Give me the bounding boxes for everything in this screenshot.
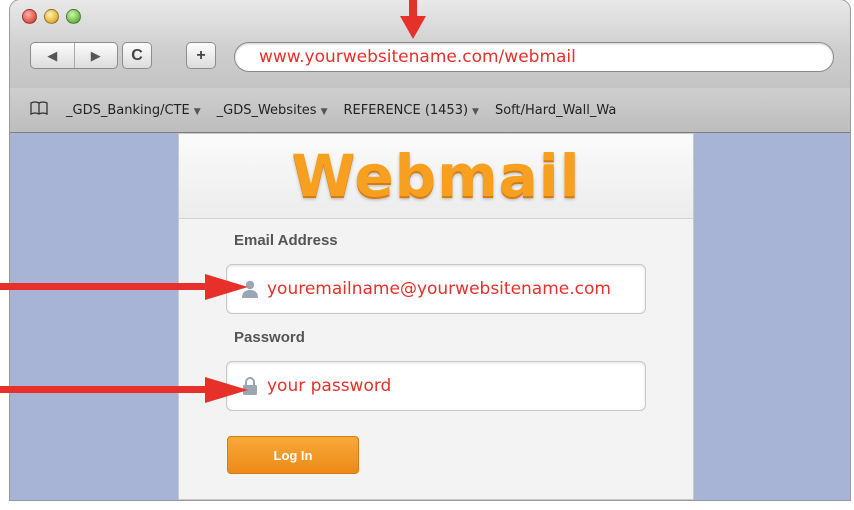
address-bar[interactable]: www.yourwebsitename.com/webmail [234, 42, 834, 72]
password-label: Password [234, 329, 305, 346]
bookmark-label: Soft/Hard_Wall_Wa [494, 102, 617, 118]
email-value: youremailname@yourwebsitename.com [267, 279, 611, 299]
bookmark-gds-websites[interactable]: _GDS_Websites ▼ [217, 103, 328, 118]
reload-button[interactable]: C [122, 42, 152, 69]
browser-window: ◀ ▶ C + www.yourwebsitename.com/webmail … [10, 0, 850, 500]
browser-toolbar: ◀ ▶ C + www.yourwebsitename.com/webmail [10, 0, 850, 89]
password-field[interactable]: your password [226, 361, 646, 411]
bookmark-label: _GDS_Websites [216, 102, 317, 118]
bookmark-label: _GDS_Banking/CTE [66, 102, 190, 118]
annotation-arrow-down-icon [400, 0, 426, 39]
annotation-arrow-right-icon [0, 274, 248, 300]
chevron-down-icon: ▼ [193, 106, 201, 117]
email-label: Email Address [234, 232, 338, 249]
webmail-logo: Webmail [291, 142, 581, 210]
back-button[interactable]: ◀ [31, 43, 74, 68]
zoom-window-button[interactable] [66, 9, 81, 24]
login-button-label: Log In [273, 447, 313, 463]
bookmarks-bar: _GDS_Banking/CTE ▼ _GDS_Websites ▼ REFEREN… [10, 88, 850, 133]
close-window-button[interactable] [22, 9, 37, 24]
minimize-window-button[interactable] [44, 9, 59, 24]
login-header: Webmail [179, 134, 693, 219]
back-arrow-icon: ◀ [47, 47, 58, 63]
login-button[interactable]: Log In [227, 436, 359, 474]
email-field[interactable]: youremailname@yourwebsitename.com [226, 264, 646, 314]
bookmark-soft-hard-wall[interactable]: Soft/Hard_Wall_Wa [495, 103, 616, 118]
chevron-down-icon: ▼ [472, 106, 479, 117]
forward-arrow-icon: ▶ [90, 47, 101, 63]
password-value: your password [267, 376, 392, 396]
chevron-down-icon: ▼ [320, 106, 328, 117]
book-icon[interactable] [30, 101, 48, 119]
back-forward-group: ◀ ▶ [30, 42, 118, 69]
bookmark-reference[interactable]: REFERENCE (1453) ▼ [343, 103, 478, 118]
reload-icon: C [131, 46, 143, 64]
annotation-arrow-right-icon [0, 377, 248, 403]
bookmark-label: REFERENCE (1453) [343, 102, 469, 118]
url-text: www.yourwebsitename.com/webmail [259, 47, 576, 67]
add-bookmark-button[interactable]: + [186, 42, 216, 69]
page-content: Webmail Email Address youremailname@your… [10, 133, 850, 500]
login-panel: Webmail Email Address youremailname@your… [178, 133, 694, 500]
plus-icon: + [196, 46, 206, 64]
forward-button[interactable]: ▶ [73, 43, 118, 68]
bookmark-gds-banking[interactable]: _GDS_Banking/CTE ▼ [66, 103, 201, 118]
